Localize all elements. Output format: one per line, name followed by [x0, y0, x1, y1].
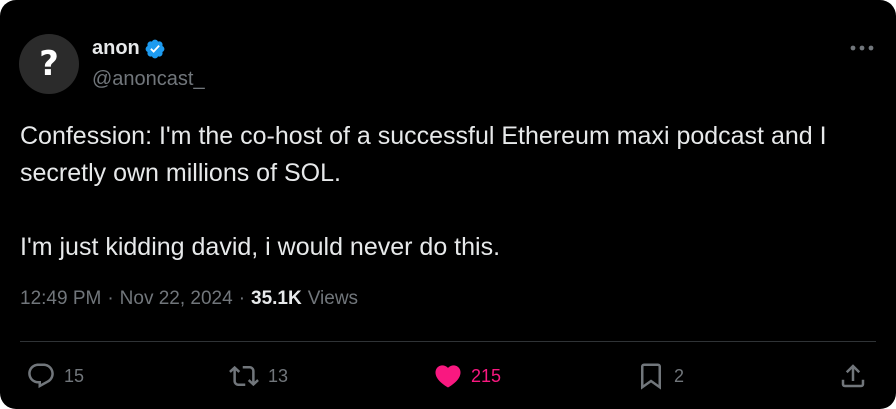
views-count[interactable]: 35.1K	[251, 288, 302, 310]
display-name[interactable]: anon	[92, 37, 140, 60]
repost-button[interactable]: 13	[228, 356, 288, 396]
tweet-time[interactable]: 12:49 PM	[20, 288, 101, 310]
tweet-meta: 12:49 PM · Nov 22, 2024 · 35.1K Views	[20, 288, 358, 310]
tweet-paragraph: I'm just kidding david, i would never do…	[20, 233, 501, 261]
tweet-card: ? anon @anoncast_ Confession: I'm the co…	[0, 0, 896, 409]
more-icon	[850, 45, 874, 51]
bookmark-button[interactable]: 2	[636, 356, 684, 396]
share-button[interactable]	[838, 356, 868, 396]
user-handle[interactable]: @anoncast_	[92, 68, 205, 91]
reply-icon	[28, 363, 54, 389]
views-label[interactable]: Views	[308, 288, 358, 310]
bookmark-count: 2	[674, 365, 685, 386]
share-icon	[841, 364, 865, 388]
verified-badge-icon	[145, 39, 165, 58]
tweet-date[interactable]: Nov 22, 2024	[120, 288, 233, 310]
reply-count: 15	[64, 365, 85, 386]
more-button[interactable]	[846, 36, 878, 60]
action-bar: 15 13 215 2	[0, 356, 896, 396]
repost-count: 13	[268, 365, 289, 386]
divider	[20, 341, 876, 342]
like-count: 215	[471, 365, 502, 386]
bookmark-icon	[641, 363, 661, 390]
avatar[interactable]: ?	[19, 34, 79, 94]
reply-button[interactable]: 15	[26, 356, 84, 396]
meta-separator: ·	[238, 288, 246, 309]
tweet-paragraph: Confession: I'm the co-host of a success…	[20, 122, 827, 187]
tweet-text: Confession: I'm the co-host of a success…	[20, 118, 880, 266]
avatar-glyph: ?	[39, 44, 59, 84]
repost-icon	[229, 365, 259, 387]
author-name-row: anon	[92, 37, 166, 60]
meta-separator: ·	[107, 288, 114, 309]
like-button[interactable]: 215	[433, 356, 501, 396]
like-icon	[435, 365, 461, 388]
